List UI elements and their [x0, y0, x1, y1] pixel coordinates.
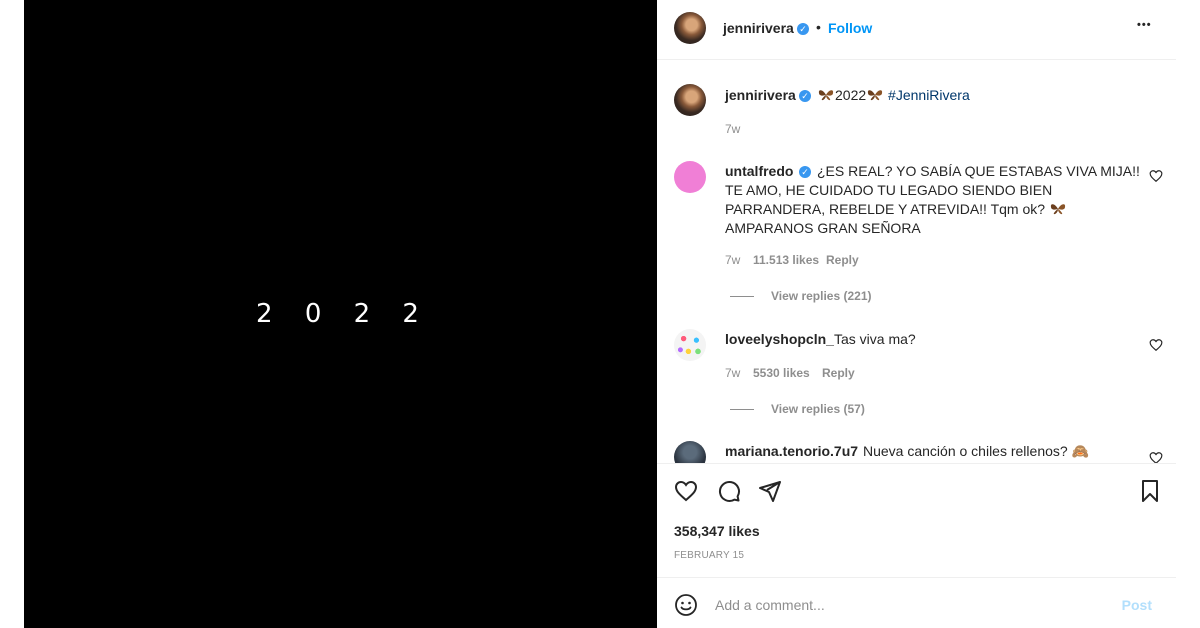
reply-label[interactable]: Reply — [822, 366, 855, 380]
comment-icon[interactable] — [717, 479, 741, 503]
emoji-icon[interactable] — [674, 593, 698, 617]
caption-text: 2022 #JenniRivera — [817, 86, 970, 105]
reply-label[interactable]: Reply — [826, 253, 859, 267]
verified-badge-icon: ✓ — [799, 166, 811, 178]
verified-badge-icon: ✓ — [797, 23, 809, 35]
comment-avatar[interactable] — [674, 441, 706, 463]
comment-text-line: PARRANDERA, REBELDE Y ATREVIDA!! Tqm ok? — [725, 200, 1067, 219]
more-options-icon[interactable]: ••• — [1137, 19, 1152, 31]
like-comment-heart-icon[interactable] — [1149, 338, 1163, 352]
right-gutter — [1176, 0, 1200, 628]
comment-likes-count[interactable]: 11.513 likes — [753, 253, 819, 267]
author-username[interactable]: jennirivera — [723, 20, 794, 36]
caption-year: 2022 — [835, 87, 867, 103]
comment-username[interactable]: mariana.tenorio.7u7 — [725, 443, 858, 459]
caption-time: 7w — [725, 122, 741, 136]
view-replies-button[interactable]: View replies (221) — [771, 289, 872, 303]
comment-username[interactable]: loveelyshopcln_ — [725, 331, 834, 347]
replies-divider — [730, 296, 754, 297]
comment-avatar[interactable] — [674, 329, 706, 361]
verified-badge-icon: ✓ — [799, 90, 811, 102]
comment-text: Tas viva ma? — [834, 331, 916, 347]
media-text: 2 0 2 2 — [256, 299, 431, 329]
post-side-panel: jennirivera ✓ • Follow ••• jennirivera ✓… — [657, 0, 1176, 628]
add-comment-input[interactable] — [715, 595, 1095, 615]
comment-text-line: AMPARANOS GRAN SEÑORA — [725, 220, 921, 236]
comment-text-line-part: PARRANDERA, REBELDE Y ATREVIDA!! Tqm ok? — [725, 201, 1046, 217]
comment-likes[interactable]: 11.513 likes — [753, 253, 819, 267]
butterfly-emoji-icon — [1050, 204, 1066, 215]
author-avatar[interactable] — [674, 12, 706, 44]
comment-likes-count[interactable]: 5530 likes — [753, 366, 810, 380]
butterfly-emoji-icon — [868, 90, 883, 101]
comment-text: Nueva canción o chiles rellenos? 🙈 — [863, 442, 1089, 462]
comment-avatar[interactable] — [674, 161, 706, 193]
post-actions: 358,347 likes FEBRUARY 15 — [657, 463, 1176, 577]
like-comment-heart-icon[interactable] — [1149, 169, 1163, 183]
caption-username[interactable]: jennirivera — [725, 87, 796, 103]
comments-list[interactable]: jennirivera ✓ 2022 #JenniRivera 7w untal… — [657, 61, 1176, 463]
post-media[interactable]: 2 0 2 2 — [24, 0, 657, 628]
replies-divider — [730, 409, 754, 410]
follow-button[interactable]: Follow — [828, 20, 872, 36]
comment-text-body: Nueva canción o chiles rellenos? — [863, 443, 1068, 459]
view-replies-label[interactable]: View replies (221) — [771, 289, 872, 303]
add-comment-bar: Post — [657, 577, 1176, 628]
monkey-emoji-icon: 🙈 — [1071, 444, 1090, 460]
caption-hashtag[interactable]: #JenniRivera — [888, 87, 970, 103]
reply-button[interactable]: Reply — [826, 253, 859, 267]
post-button[interactable]: Post — [1122, 597, 1152, 613]
view-replies-label[interactable]: View replies (57) — [771, 402, 865, 416]
header-separator: • — [816, 19, 821, 35]
post-likes-count[interactable]: 358,347 likes — [674, 523, 760, 539]
share-icon[interactable] — [758, 479, 782, 503]
comment-time: 7w — [725, 253, 741, 267]
comment-text-line: ¿ES REAL? YO SABÍA QUE ESTABAS VIVA MIJA… — [817, 163, 1140, 179]
post-date[interactable]: FEBRUARY 15 — [674, 550, 744, 561]
caption-avatar[interactable] — [674, 84, 706, 116]
comment-username[interactable]: untalfredo — [725, 163, 793, 179]
reply-button[interactable]: Reply — [822, 366, 855, 380]
like-comment-heart-icon[interactable] — [1149, 451, 1163, 463]
bookmark-icon[interactable] — [1138, 479, 1162, 503]
comment-text-line: TE AMO, HE CUIDADO TU LEGADO SIENDO BIEN — [725, 182, 1053, 198]
instagram-post-frame: 2 0 2 2 jennirivera ✓ • Follow ••• jenni… — [0, 0, 1200, 628]
comment-time: 7w — [725, 366, 741, 380]
butterfly-emoji-icon — [818, 90, 834, 101]
view-replies-button[interactable]: View replies (57) — [771, 402, 865, 416]
heart-icon[interactable] — [674, 479, 698, 503]
comment-likes[interactable]: 5530 likes — [753, 366, 810, 380]
post-header: jennirivera ✓ • Follow ••• — [657, 0, 1176, 60]
